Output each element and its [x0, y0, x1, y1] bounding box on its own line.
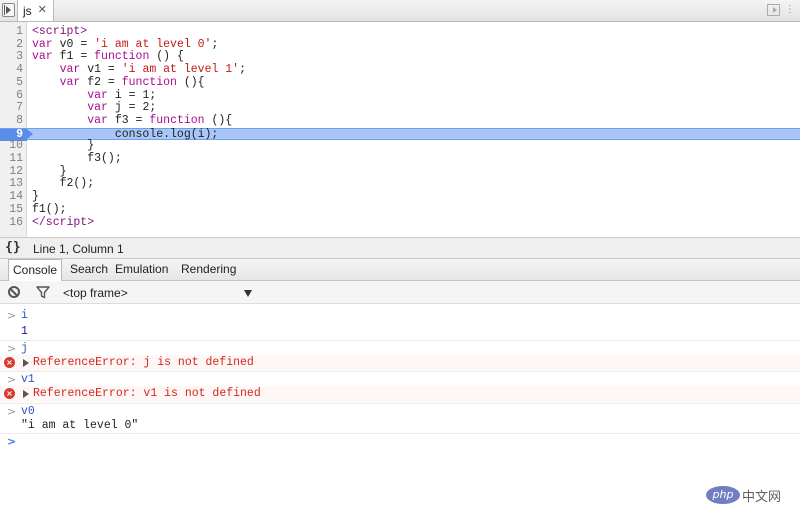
code-line[interactable]: 16 </script> — [0, 215, 800, 230]
tab-js[interactable]: js ✕ — [17, 0, 54, 21]
console-command-text: v0 — [21, 404, 35, 418]
code-text: var f2 = function (){ — [59, 75, 205, 89]
code-text: </script> — [32, 215, 95, 229]
console-command-text: v1 — [21, 372, 35, 386]
console-command-text: i — [21, 309, 28, 322]
pretty-print-icon[interactable]: {} — [5, 240, 21, 255]
frame-selector[interactable]: <top frame> — [63, 286, 128, 300]
prompt-caret-icon: > — [7, 309, 17, 322]
console-toolbar: <top frame> — [0, 281, 800, 304]
code-line[interactable]: 8 var f3 = function (){ — [0, 113, 800, 128]
code-editor[interactable]: 1 <script> 2 var v0 = 'i am at level 0'; 3 va… — [0, 22, 800, 237]
console-error-text: ReferenceError: v1 is not defined — [33, 387, 261, 400]
line-number[interactable]: 14 — [0, 190, 23, 204]
editor-status-bar: {} Line 1, Column 1 — [0, 237, 800, 259]
console-result-text: 1 — [21, 324, 28, 338]
console-string: "i am at level 0" — [0, 418, 800, 434]
more-icon[interactable]: ⋮ — [785, 3, 795, 17]
sources-tab-bar: js ✕ ⋮ — [0, 0, 800, 22]
tab-console[interactable]: Console — [8, 259, 63, 281]
console-prompt[interactable]: > — [0, 433, 800, 450]
watermark-text: 中文网 — [742, 489, 782, 505]
tab-label: js — [23, 3, 32, 18]
console-messages[interactable]: > i 1 > j × ReferenceError: j is not defined > v… — [0, 304, 800, 514]
code-text: } — [32, 190, 39, 204]
clear-console-icon[interactable] — [8, 286, 20, 298]
prompt-caret-icon: > — [7, 341, 17, 355]
chevron-down-icon[interactable] — [244, 290, 252, 297]
toggle-debugger-sidebar-button[interactable] — [767, 4, 780, 16]
tab-search[interactable]: Search — [66, 259, 112, 280]
console-error: × ReferenceError: v1 is not defined — [0, 386, 800, 402]
prompt-caret-icon: > — [7, 372, 17, 386]
code-text: f3(); — [32, 152, 122, 165]
line-number[interactable]: 16 — [0, 216, 23, 230]
code-line[interactable]: 12 } — [0, 165, 800, 179]
line-number[interactable]: 4 — [0, 63, 23, 77]
console-error-text: ReferenceError: j is not defined — [33, 356, 254, 369]
error-icon: × — [4, 357, 15, 368]
code-line-current[interactable]: 9 console.log(i); — [0, 127, 800, 142]
console-command: > j — [0, 339, 800, 357]
code-line[interactable]: 5 var f2 = function (){ — [0, 75, 800, 90]
code-text: var f3 = function (){ — [87, 113, 233, 127]
line-number[interactable]: 15 — [0, 203, 23, 217]
filter-icon[interactable] — [36, 286, 50, 299]
toggle-navigator-button[interactable] — [2, 3, 15, 17]
line-number[interactable]: 1 — [0, 25, 23, 39]
prompt-caret-icon: > — [7, 404, 17, 418]
close-icon[interactable]: ✕ — [38, 5, 47, 16]
console-command: > v1 — [0, 370, 800, 388]
prompt-caret-icon: > — [7, 435, 17, 448]
code-line[interactable]: 15 f1(); — [0, 203, 800, 217]
console-command: > v0 — [0, 402, 800, 420]
drawer-tab-bar: Console Search Emulation Rendering — [0, 259, 800, 281]
code-line[interactable]: 14} — [0, 190, 800, 204]
expand-triangle-icon[interactable] — [23, 390, 29, 398]
line-number[interactable]: 5 — [0, 76, 23, 90]
tab-rendering[interactable]: Rendering — [177, 259, 240, 280]
line-number[interactable]: 7 — [0, 101, 23, 115]
code-line[interactable]: 11 f3(); — [0, 152, 800, 166]
error-icon: × — [4, 388, 15, 399]
code-line[interactable]: 4 var v1 = 'i am at level 1'; — [0, 63, 800, 77]
code-line[interactable]: 13 f2(); — [0, 178, 800, 191]
cursor-position: Line 1, Column 1 — [33, 242, 124, 256]
line-number[interactable]: 11 — [0, 152, 23, 166]
console-command: > i — [0, 308, 800, 324]
line-number[interactable]: 8 — [0, 114, 23, 128]
watermark: php 中文网 — [706, 485, 781, 505]
console-error: × ReferenceError: j is not defined — [0, 355, 800, 371]
code-line[interactable]: 7 var j = 2; — [0, 101, 800, 115]
console-command-text: j — [21, 341, 28, 355]
console-result: 1 — [0, 324, 800, 340]
code-text: f2(); — [32, 177, 95, 191]
console-string-text: "i am at level 0" — [21, 419, 139, 432]
expand-triangle-icon[interactable] — [23, 359, 29, 367]
watermark-logo: php — [706, 486, 740, 504]
tab-emulation[interactable]: Emulation — [111, 259, 172, 280]
